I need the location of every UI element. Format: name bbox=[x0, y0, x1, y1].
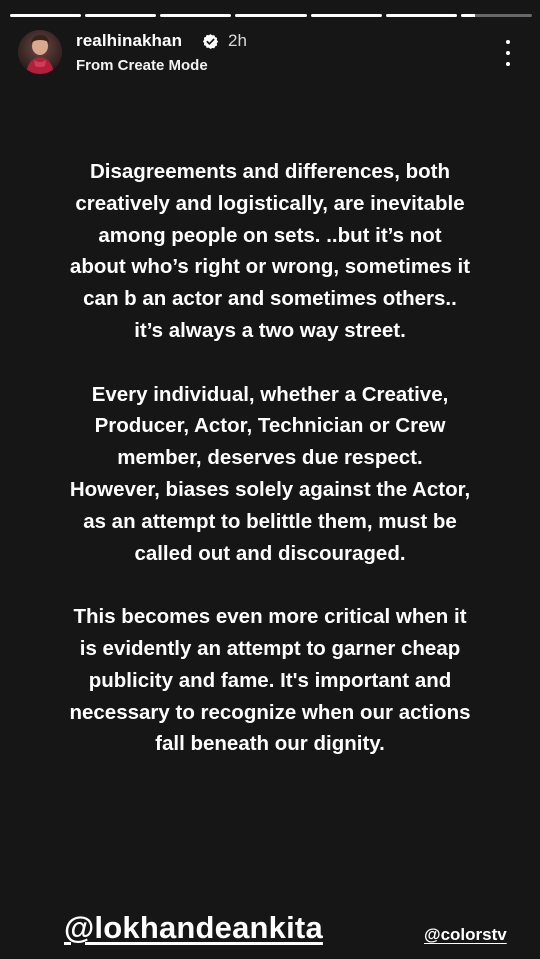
story-paragraph: This becomes even more critical when it … bbox=[69, 605, 471, 756]
story-text: Disagreements and differences, both crea… bbox=[14, 156, 526, 760]
more-dot bbox=[506, 40, 510, 44]
avatar-image bbox=[18, 30, 62, 74]
progress-fill bbox=[385, 14, 457, 17]
progress-segment bbox=[10, 14, 82, 17]
story-progress-bar bbox=[10, 14, 532, 17]
mention-sticker-colorstv[interactable]: @colorstv bbox=[424, 925, 507, 945]
progress-fill bbox=[310, 14, 382, 17]
progress-segment bbox=[460, 14, 532, 17]
post-time: 2h bbox=[228, 31, 247, 50]
progress-segment bbox=[85, 14, 157, 17]
verified-badge-icon bbox=[202, 34, 219, 49]
story-paragraph: Disagreements and differences, both crea… bbox=[69, 160, 471, 342]
story-paragraph: Every individual, whether a Creative, Pr… bbox=[69, 382, 471, 565]
story-source-label[interactable]: From Create Mode bbox=[76, 57, 208, 74]
progress-fill bbox=[85, 14, 157, 17]
progress-segment bbox=[160, 14, 232, 17]
avatar[interactable] bbox=[18, 30, 62, 74]
mention-sticker-lokhandeankita[interactable]: @lokhandeankita bbox=[64, 910, 323, 946]
progress-segment bbox=[235, 14, 307, 17]
progress-segment bbox=[310, 14, 382, 17]
username[interactable]: realhinakhan bbox=[76, 31, 182, 51]
progress-segment bbox=[385, 14, 457, 17]
progress-fill bbox=[10, 14, 82, 17]
more-dot bbox=[506, 51, 510, 55]
story-viewer[interactable]: realhinakhan 2h From Create Mode Disagre… bbox=[0, 0, 540, 959]
progress-fill bbox=[460, 14, 476, 17]
story-header: realhinakhan 2h From Create Mode bbox=[18, 30, 528, 78]
progress-fill bbox=[160, 14, 232, 17]
progress-fill bbox=[235, 14, 307, 17]
more-dot bbox=[506, 62, 510, 66]
more-vertical-icon[interactable] bbox=[502, 40, 514, 66]
